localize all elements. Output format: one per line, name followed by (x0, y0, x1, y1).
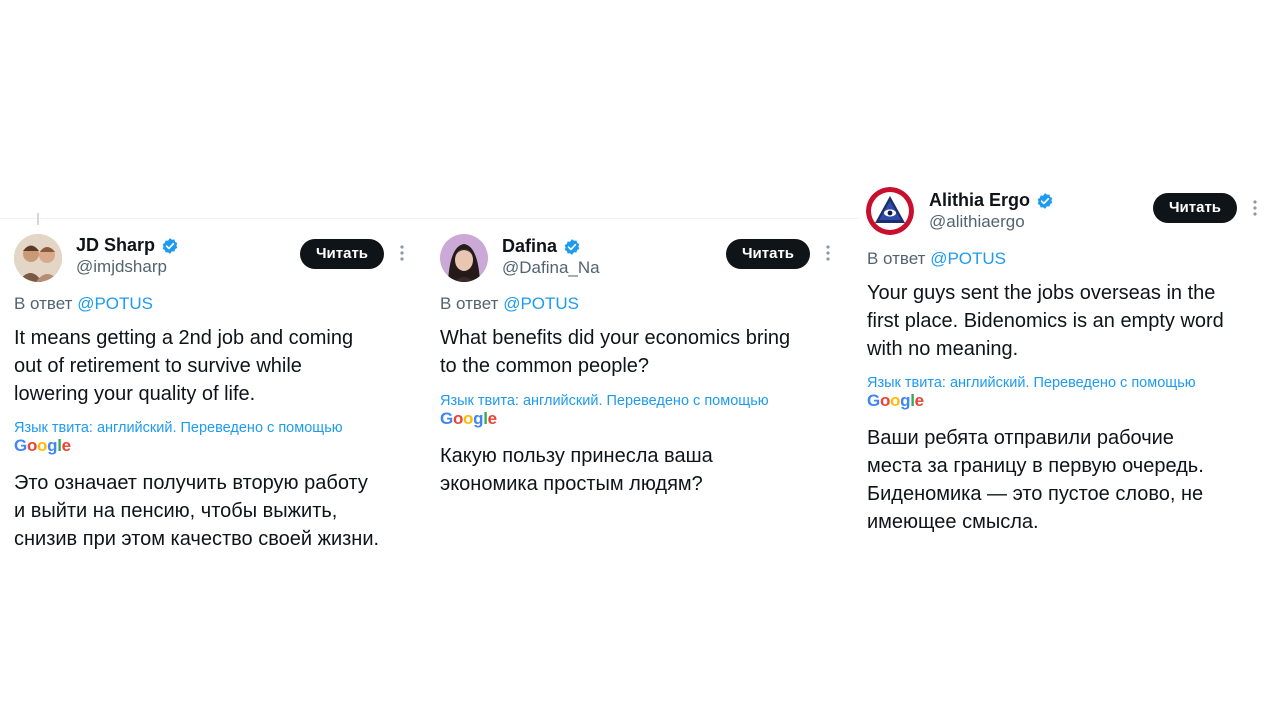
reply-mention-link[interactable]: @POTUS (77, 294, 153, 313)
more-options-icon[interactable] (825, 243, 831, 263)
translated-text-line: и выйти на пенсию, чтобы выжить, (14, 500, 338, 522)
avatar[interactable] (14, 234, 62, 282)
translated-text: Это означает получить вторую работу и вы… (14, 469, 434, 553)
follow-button[interactable]: Читать (1153, 193, 1238, 223)
translated-text-line: снизив при этом качество своей жизни. (14, 528, 380, 550)
tweet-text-line: to the common people? (440, 355, 650, 377)
tweet-text-line: with no meaning. (867, 338, 1019, 360)
translation-note-link[interactable]: Язык твита: английский. Переведено с пом… (867, 374, 1196, 392)
translated-text-line: места за границу в первую очередь. (867, 455, 1204, 477)
verified-badge-icon (162, 237, 178, 254)
tweet-text-line: It means getting a 2nd job and coming (14, 327, 354, 349)
translated-text-line: Какую пользу принесла ваша (440, 445, 713, 467)
user-handle[interactable]: @Dafina_Na (502, 258, 600, 278)
reply-context: В ответ @POTUS (867, 249, 1006, 269)
avatar-image (14, 234, 62, 282)
tweet-text: It means getting a 2nd job and coming ou… (14, 324, 434, 408)
more-options-icon[interactable] (1252, 198, 1258, 218)
reply-mention-link[interactable]: @POTUS (503, 294, 579, 313)
tweet-card: Alithia Ergo @alithiaergo Читать В ответ… (858, 0, 1280, 560)
tweet-text-line: What benefits did your economics bring (440, 327, 791, 349)
translation-note-link[interactable]: Язык твита: английский. Переведено с пом… (14, 419, 343, 437)
tweet-text-line: out of retirement to survive while (14, 355, 302, 377)
display-name-text: JD Sharp (76, 235, 156, 255)
translation-note-link[interactable]: Язык твита: английский. Переведено с пом… (440, 392, 769, 410)
google-logo: Google (867, 391, 924, 410)
display-name-text: Alithia Ergo (929, 190, 1031, 210)
verified-badge-icon (564, 238, 580, 255)
follow-button[interactable]: Читать (300, 239, 385, 269)
tweet-text-line: lowering your quality of life. (14, 383, 256, 405)
translated-text: Ваши ребята отправили рабочие места за г… (867, 424, 1277, 536)
google-logo: Google (14, 436, 71, 455)
display-name[interactable]: JD Sharp (76, 235, 179, 256)
google-logo: Google (440, 409, 497, 428)
tweet-text-line: Your guys sent the jobs overseas in the (867, 282, 1216, 304)
follow-button[interactable]: Читать (726, 239, 811, 269)
display-name[interactable]: Dafina (502, 236, 581, 257)
verified-badge-icon (1037, 192, 1053, 209)
user-handle[interactable]: @imjdsharp (76, 257, 167, 277)
translated-text-line: Биденомика — это пустое слово, не (867, 483, 1204, 505)
tweet-text: Your guys sent the jobs overseas in the … (867, 279, 1277, 363)
display-name-text: Dafina (502, 236, 558, 256)
tweet-card: Dafina @Dafina_Na Читать В ответ @POTUS … (428, 218, 858, 519)
tweet-text-line: first place. Bidenomics is an empty word (867, 310, 1224, 332)
display-name[interactable]: Alithia Ergo (929, 190, 1054, 211)
translated-text-line: Ваши ребята отправили рабочие (867, 427, 1174, 449)
translated-text-line: имеющее смысла. (867, 511, 1039, 533)
reply-context: В ответ @POTUS (14, 294, 153, 314)
translated-text: Какую пользу принесла ваша экономика про… (440, 442, 860, 498)
tweet-text: What benefits did your economics bring t… (440, 324, 860, 380)
user-handle[interactable]: @alithiaergo (929, 212, 1025, 232)
avatar[interactable] (440, 234, 488, 282)
avatar-image (440, 234, 488, 282)
thread-line (37, 213, 39, 225)
reply-mention-link[interactable]: @POTUS (930, 249, 1006, 268)
avatar[interactable] (866, 187, 914, 235)
reply-prefix: В ответ (867, 249, 926, 268)
tweet-card: JD Sharp @imjdsharp Читать В ответ @POTU… (0, 213, 428, 559)
avatar-image (866, 187, 914, 235)
reply-prefix: В ответ (14, 294, 73, 313)
more-options-icon[interactable] (399, 243, 405, 263)
translated-text-line: Это означает получить вторую работу (14, 472, 368, 494)
translated-text-line: экономика простым людям? (440, 473, 703, 495)
reply-prefix: В ответ (440, 294, 499, 313)
reply-context: В ответ @POTUS (440, 294, 579, 314)
